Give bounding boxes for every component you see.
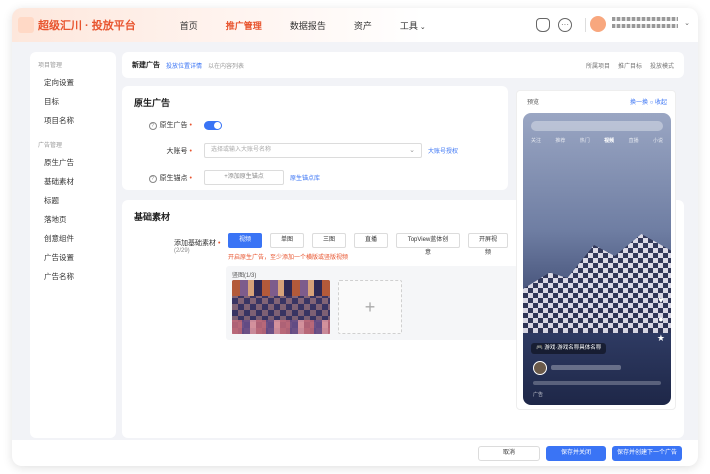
native-ad-toggle[interactable] (204, 120, 222, 130)
add-material-button[interactable]: + (338, 280, 402, 334)
meta-goal: 推广目标 (617, 64, 642, 70)
sidebar-item-targeting[interactable]: 定向设置 (30, 73, 116, 92)
comment-icon: ● (658, 314, 664, 324)
sidebar-group-title: 项目管理 (38, 63, 63, 69)
preview-title: 预览 (527, 100, 540, 106)
top-nav: 首页 推广管理 数据报告 资产 工具 ⌄ (180, 19, 454, 32)
meta-mode: 投放模式 (649, 64, 674, 70)
material-count: (2/29) (174, 248, 190, 254)
app-window: 超级汇川 · 投放平台 首页 推广管理 数据报告 资产 工具 ⌄ ··· ⌄ 项目… (12, 8, 698, 466)
save-close-button[interactable]: 保存并关闭 (546, 446, 606, 461)
nav-tools[interactable]: 工具 ⌄ (400, 19, 426, 32)
phone-text-placeholder (533, 381, 661, 385)
top-bar: 超级汇川 · 投放平台 首页 推广管理 数据报告 资产 工具 ⌄ ··· ⌄ (12, 8, 698, 42)
brand-title: 超级汇川 · 投放平台 (38, 20, 136, 32)
preview-image (523, 234, 671, 333)
sidebar-item-native-ad[interactable]: 原生广告 (30, 153, 116, 172)
phone-side-actions: ♥ ● ★ (657, 295, 665, 353)
user-info[interactable] (612, 17, 678, 31)
cancel-button[interactable]: 取消 (478, 446, 540, 461)
material-type-tabs: 视频 单图 三图 直播 TopView蓝体创意 开屏视频 (228, 233, 516, 256)
meta-project: 所属项目 (585, 64, 610, 70)
phone-tab-active: 视频 (604, 138, 615, 144)
user-chevron-down-icon[interactable]: ⌄ (684, 19, 690, 27)
phone-tab: 关注 (531, 138, 542, 144)
thumbnail-band (232, 320, 330, 334)
phone-tab: 直播 (628, 138, 639, 144)
anchor-label: ? 原生锚点 • (132, 173, 192, 183)
tab-video[interactable]: 视频 (228, 233, 262, 248)
preview-panel: 预览 换一换 ○ 收起 关注 推荐 热门 视频 直播 小说 ♥ ● ★ 🎮 游戏… (516, 90, 676, 410)
native-ad-section: 原生广告 ? 原生广告 • 大账号 • 选择或输入大账号名称 ⌄ 大账号授权 ? 原生锚点… (122, 86, 508, 190)
save-next-button[interactable]: 保存并创建下一个广告 (612, 446, 682, 461)
page-title: 新建广告 (132, 62, 160, 69)
anchor-library-link[interactable]: 原生锚点库 (290, 173, 320, 182)
star-icon: ★ (656, 333, 665, 343)
add-anchor-button[interactable]: +添加原生锚点 (204, 170, 284, 185)
sidebar-item-creative-components[interactable]: 创意组件 (30, 229, 116, 248)
phone-tab: 推荐 (555, 138, 566, 144)
bell-icon[interactable] (536, 18, 550, 32)
heart-icon: ♥ (658, 295, 664, 305)
game-badge: 🎮 游戏·游戏名称具体名称 (531, 343, 607, 354)
sidebar-item-basic-material[interactable]: 基础素材 (30, 172, 116, 191)
phone-tab: 热门 (579, 138, 590, 144)
sidebar-item-ad-settings[interactable]: 广告设置 (30, 248, 116, 267)
sidebar-group-title: 广告管理 (38, 143, 63, 149)
phone-tabs: 关注 推荐 热门 视频 直播 小说 (531, 137, 663, 144)
phone-text-placeholder (551, 365, 621, 370)
tab-three-image[interactable]: 三图 (312, 233, 346, 248)
phone-preview: 关注 推荐 热门 视频 直播 小说 ♥ ● ★ 🎮 游戏·游戏名称具体名称 广告 (523, 113, 671, 405)
tab-live[interactable]: 直播 (354, 233, 388, 248)
account-row: 大账号 • 选择或输入大账号名称 ⌄ 大账号授权 (132, 143, 458, 158)
anchor-row: ? 原生锚点 • +添加原生锚点 原生锚点库 (132, 170, 320, 185)
section-title: 基础素材 (134, 212, 171, 222)
material-thumbnail[interactable] (232, 280, 330, 334)
avatar[interactable] (590, 16, 606, 32)
account-label: 大账号 • (166, 147, 192, 155)
nav-reports[interactable]: 数据报告 (290, 19, 326, 32)
sidebar-item-landing-page[interactable]: 落地页 (30, 210, 116, 229)
phone-ad-label: 广告 (533, 392, 544, 398)
sidebar: 项目管理 定向设置 目标 项目名称 广告管理 原生广告 基础素材 标题 落地页 … (30, 52, 116, 438)
account-auth-link[interactable]: 大账号授权 (428, 146, 458, 155)
sidebar-item-goal[interactable]: 目标 (30, 92, 116, 111)
more-icon[interactable]: ··· (558, 18, 572, 32)
chevron-down-icon: ⌄ (409, 147, 415, 154)
tab-single-image[interactable]: 单图 (270, 233, 304, 248)
top-icons: ··· (528, 18, 572, 32)
preview-actions[interactable]: 换一换 ○ 收起 (630, 97, 667, 106)
phone-avatar (533, 361, 547, 375)
section-title: 原生广告 (134, 98, 171, 108)
nav-promotion[interactable]: 推广管理 (226, 19, 262, 32)
divider (585, 18, 586, 32)
sidebar-item-title[interactable]: 标题 (30, 191, 116, 210)
chevron-down-icon: ⌄ (419, 23, 426, 31)
tab-topview[interactable]: TopView蓝体创意 (396, 233, 460, 256)
breadcrumb-link[interactable]: 投放位置详情 (166, 61, 202, 70)
breadcrumb-meta: 所属项目 推广目标 投放模式 (578, 61, 674, 70)
material-label: 添加基础素材 • (174, 240, 221, 247)
breadcrumb: 新建广告 投放位置详情 以在内容列表 所属项目 推广目标 投放模式 (122, 52, 684, 78)
phone-search-bar (531, 121, 663, 131)
footer-bar: 取消 保存并关闭 保存并创建下一个广告 (12, 440, 698, 466)
native-ad-label: ? 原生广告 • (132, 120, 192, 130)
nav-assets[interactable]: 资产 (354, 19, 372, 32)
help-icon[interactable]: ? (148, 122, 157, 130)
upload-area: 竖图(1/3) + (226, 266, 518, 340)
native-ad-row: ? 原生广告 • (132, 120, 222, 130)
help-icon[interactable]: ? (148, 174, 157, 183)
phone-tab: 小说 (652, 138, 663, 144)
account-select[interactable]: 选择或输入大账号名称 ⌄ (204, 143, 422, 158)
sidebar-item-ad-name[interactable]: 广告名称 (30, 267, 116, 286)
tab-splash-video[interactable]: 开屏视频 (468, 233, 508, 256)
breadcrumb-item: 以在内容列表 (208, 63, 245, 70)
brand-logo-icon (18, 17, 34, 33)
nav-home[interactable]: 首页 (180, 19, 198, 32)
thumbnail-band (232, 280, 330, 296)
warning-text: 开启原生广告，至少添加一个横版或竖版视频 (228, 255, 349, 261)
nav-tools-label: 工具 (399, 20, 418, 31)
upload-count: 竖图(1/3) (232, 273, 257, 279)
sidebar-item-project-name[interactable]: 项目名称 (30, 111, 116, 130)
